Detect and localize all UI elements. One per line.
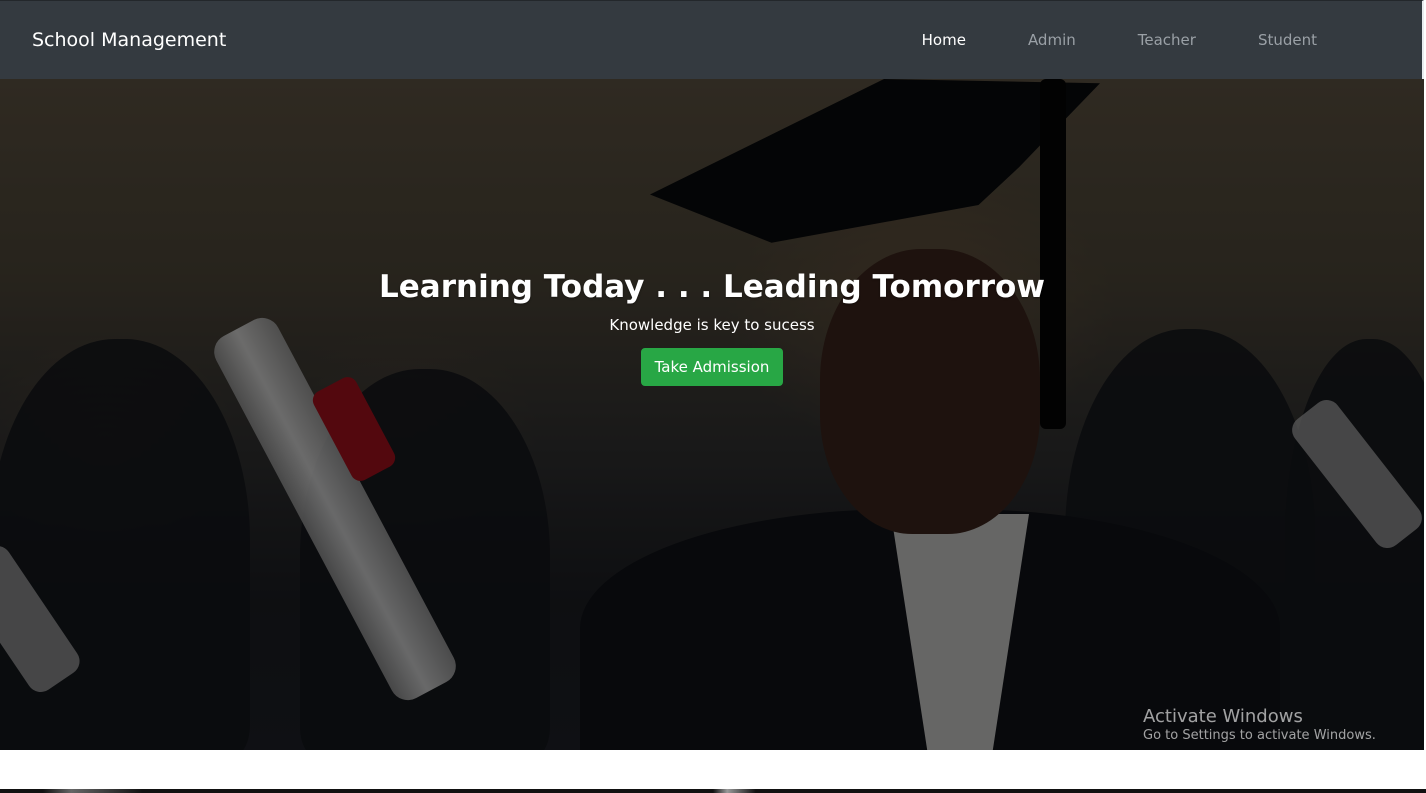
nav-admin-link[interactable]: Admin — [997, 23, 1107, 57]
screen-bottom-strip — [0, 789, 1426, 793]
windows-activation-watermark: Activate Windows Go to Settings to activ… — [1143, 707, 1376, 743]
page-bottom-area — [0, 750, 1426, 793]
hero-subtitle: Knowledge is key to sucess — [609, 316, 815, 335]
top-navbar: School Management Home Admin Teacher Stu… — [0, 0, 1424, 79]
main-navigation: Home Admin Teacher Student — [891, 23, 1348, 57]
hero-banner: Learning Today . . . Leading Tomorrow Kn… — [0, 79, 1424, 750]
hero-dark-overlay — [0, 79, 1424, 750]
hero-title: Learning Today . . . Leading Tomorrow — [379, 269, 1045, 305]
activation-subtitle: Go to Settings to activate Windows. — [1143, 727, 1376, 743]
take-admission-button[interactable]: Take Admission — [640, 348, 784, 387]
activation-title: Activate Windows — [1143, 706, 1303, 727]
brand-link[interactable]: School Management — [32, 29, 226, 51]
nav-home-link[interactable]: Home — [891, 23, 997, 57]
school-management-page: School Management Home Admin Teacher Stu… — [0, 0, 1426, 793]
nav-student-link[interactable]: Student — [1227, 23, 1348, 57]
nav-teacher-link[interactable]: Teacher — [1107, 23, 1227, 57]
hero-content: Learning Today . . . Leading Tomorrow Kn… — [0, 269, 1424, 387]
